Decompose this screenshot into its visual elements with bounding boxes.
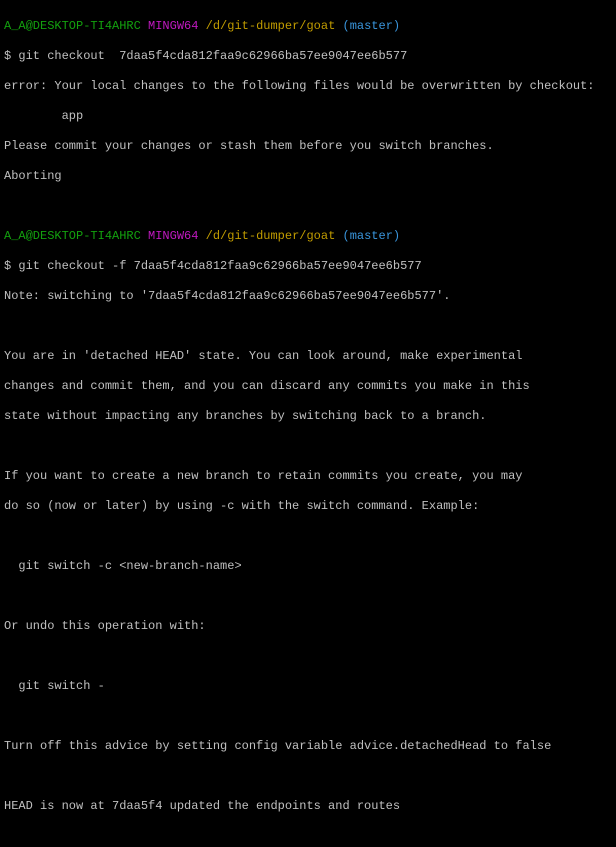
blank-line [4, 649, 612, 664]
output-line: Or undo this operation with: [4, 619, 612, 634]
terminal[interactable]: A_A@DESKTOP-TI4AHRC MINGW64 /d/git-dumpe… [0, 0, 616, 847]
output-line: git switch -c <new-branch-name> [4, 559, 612, 574]
prompt-branch: master [350, 19, 393, 33]
output-line: app [4, 109, 612, 124]
output-line: You are in 'detached HEAD' state. You ca… [4, 349, 612, 364]
output-line: do so (now or later) by using -c with th… [4, 499, 612, 514]
blank-line [4, 709, 612, 724]
blank-line [4, 439, 612, 454]
prompt-branch-close: ) [393, 229, 400, 243]
blank-line [4, 589, 612, 604]
prompt-mingw: MINGW64 [148, 19, 198, 33]
blank-line [4, 769, 612, 784]
prompt-branch-close: ) [393, 19, 400, 33]
output-line: changes and commit them, and you can dis… [4, 379, 612, 394]
output-line: state without impacting any branches by … [4, 409, 612, 424]
command-line: $ git checkout -f 7daa5f4cda812faa9c6296… [4, 259, 612, 274]
prompt-dollar: $ [4, 49, 18, 63]
prompt-mingw: MINGW64 [148, 229, 198, 243]
command-text: git checkout 7daa5f4cda812faa9c62966ba57… [18, 49, 407, 63]
blank-line [4, 319, 612, 334]
output-line: error: Your local changes to the followi… [4, 79, 612, 94]
prompt-line: A_A@DESKTOP-TI4AHRC MINGW64 /d/git-dumpe… [4, 229, 612, 244]
blank-line [4, 199, 612, 214]
prompt-user: A_A@DESKTOP-TI4AHRC [4, 19, 141, 33]
output-line: Turn off this advice by setting config v… [4, 739, 612, 754]
blank-line [4, 829, 612, 844]
command-line: $ git checkout 7daa5f4cda812faa9c62966ba… [4, 49, 612, 64]
output-line: Aborting [4, 169, 612, 184]
prompt-line: A_A@DESKTOP-TI4AHRC MINGW64 /d/git-dumpe… [4, 19, 612, 34]
prompt-branch: master [350, 229, 393, 243]
prompt-branch-open: ( [342, 19, 349, 33]
output-line: If you want to create a new branch to re… [4, 469, 612, 484]
output-line: git switch - [4, 679, 612, 694]
blank-line [4, 529, 612, 544]
output-line: HEAD is now at 7daa5f4 updated the endpo… [4, 799, 612, 814]
prompt-path: /d/git-dumper/goat [206, 19, 336, 33]
prompt-path: /d/git-dumper/goat [206, 229, 336, 243]
prompt-dollar: $ [4, 259, 18, 273]
output-line: Please commit your changes or stash them… [4, 139, 612, 154]
command-text: git checkout -f 7daa5f4cda812faa9c62966b… [18, 259, 421, 273]
output-line: Note: switching to '7daa5f4cda812faa9c62… [4, 289, 612, 304]
prompt-user: A_A@DESKTOP-TI4AHRC [4, 229, 141, 243]
prompt-branch-open: ( [342, 229, 349, 243]
